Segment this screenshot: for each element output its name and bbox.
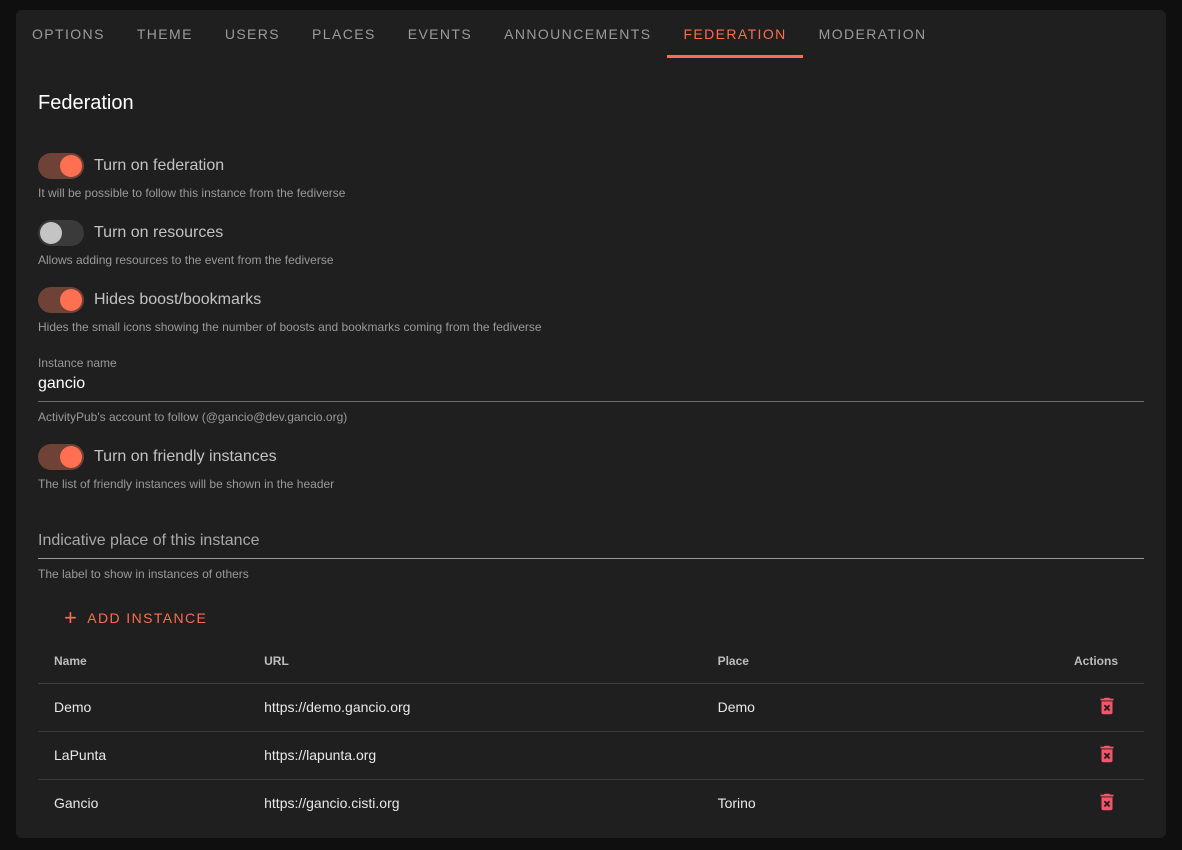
cell-name: Gancio: [38, 779, 248, 827]
friendly-instances-toggle-label: Turn on friendly instances: [94, 448, 277, 466]
header-place: Place: [702, 639, 1023, 683]
toggle-thumb: [60, 289, 82, 311]
instance-name-input[interactable]: [38, 370, 1144, 402]
tab-moderation[interactable]: MODERATION: [803, 10, 943, 58]
table-row: Demo https://demo.gancio.org Demo: [38, 683, 1144, 731]
resources-toggle[interactable]: [38, 220, 84, 246]
add-instance-button[interactable]: + ADD INSTANCE: [58, 605, 213, 631]
cell-place: Demo: [702, 683, 1023, 731]
header-name: Name: [38, 639, 248, 683]
cell-place: [702, 731, 1023, 779]
admin-tab-bar: OPTIONS THEME USERS PLACES EVENTS ANNOUN…: [16, 10, 1166, 58]
instance-name-hint: ActivityPub's account to follow (@gancio…: [38, 410, 1144, 424]
delete-instance-button[interactable]: [1096, 791, 1118, 813]
friendly-instances-table: Name URL Place Actions Demo https://demo…: [38, 639, 1144, 827]
federation-settings: Federation Turn on federation It will be…: [16, 92, 1166, 827]
instance-name-field: Instance name ActivityPub's account to f…: [38, 356, 1144, 424]
table-header-row: Name URL Place Actions: [38, 639, 1144, 683]
cell-url: https://lapunta.org: [248, 731, 701, 779]
cell-actions: [1022, 731, 1144, 779]
instance-place-field: The label to show in instances of others: [38, 527, 1144, 581]
cell-actions: [1022, 683, 1144, 731]
delete-instance-button[interactable]: [1096, 695, 1118, 717]
resources-toggle-label: Turn on resources: [94, 224, 223, 242]
tab-options[interactable]: OPTIONS: [16, 10, 121, 58]
friendly-instances-toggle-row: Turn on friendly instances: [38, 444, 1144, 470]
cell-name: Demo: [38, 683, 248, 731]
friendly-instances-toggle[interactable]: [38, 444, 84, 470]
instance-place-hint: The label to show in instances of others: [38, 567, 1144, 581]
tab-federation[interactable]: FEDERATION: [667, 10, 802, 58]
federation-toggle-row: Turn on federation: [38, 153, 1144, 179]
toggle-thumb: [40, 222, 62, 244]
boost-toggle[interactable]: [38, 287, 84, 313]
toggle-thumb: [60, 446, 82, 468]
tab-theme[interactable]: THEME: [121, 10, 209, 58]
instance-place-input[interactable]: [38, 527, 1144, 559]
friendly-instances-toggle-hint: The list of friendly instances will be s…: [38, 477, 1144, 491]
resources-toggle-row: Turn on resources: [38, 220, 1144, 246]
resources-toggle-hint: Allows adding resources to the event fro…: [38, 253, 1144, 267]
delete-instance-button[interactable]: [1096, 743, 1118, 765]
page-title: Federation: [38, 92, 1144, 115]
admin-settings-panel: OPTIONS THEME USERS PLACES EVENTS ANNOUN…: [16, 10, 1166, 838]
cell-url: https://demo.gancio.org: [248, 683, 701, 731]
cell-name: LaPunta: [38, 731, 248, 779]
table-row: LaPunta https://lapunta.org: [38, 731, 1144, 779]
boost-toggle-row: Hides boost/bookmarks: [38, 287, 1144, 313]
federation-toggle-label: Turn on federation: [94, 157, 224, 175]
federation-toggle[interactable]: [38, 153, 84, 179]
cell-url: https://gancio.cisti.org: [248, 779, 701, 827]
header-actions: Actions: [1022, 639, 1144, 683]
boost-toggle-label: Hides boost/bookmarks: [94, 291, 261, 309]
cell-place: Torino: [702, 779, 1023, 827]
table-row: Gancio https://gancio.cisti.org Torino: [38, 779, 1144, 827]
toggle-thumb: [60, 155, 82, 177]
delete-forever-icon: [1096, 695, 1118, 717]
plus-icon: +: [64, 609, 78, 627]
instance-name-label: Instance name: [38, 356, 1144, 370]
add-instance-label: ADD INSTANCE: [87, 610, 207, 626]
federation-toggle-hint: It will be possible to follow this insta…: [38, 186, 1144, 200]
delete-forever-icon: [1096, 743, 1118, 765]
tab-announcements[interactable]: ANNOUNCEMENTS: [488, 10, 667, 58]
header-url: URL: [248, 639, 701, 683]
tab-users[interactable]: USERS: [209, 10, 296, 58]
cell-actions: [1022, 779, 1144, 827]
delete-forever-icon: [1096, 791, 1118, 813]
tab-places[interactable]: PLACES: [296, 10, 392, 58]
tab-events[interactable]: EVENTS: [392, 10, 488, 58]
boost-toggle-hint: Hides the small icons showing the number…: [38, 320, 1144, 334]
